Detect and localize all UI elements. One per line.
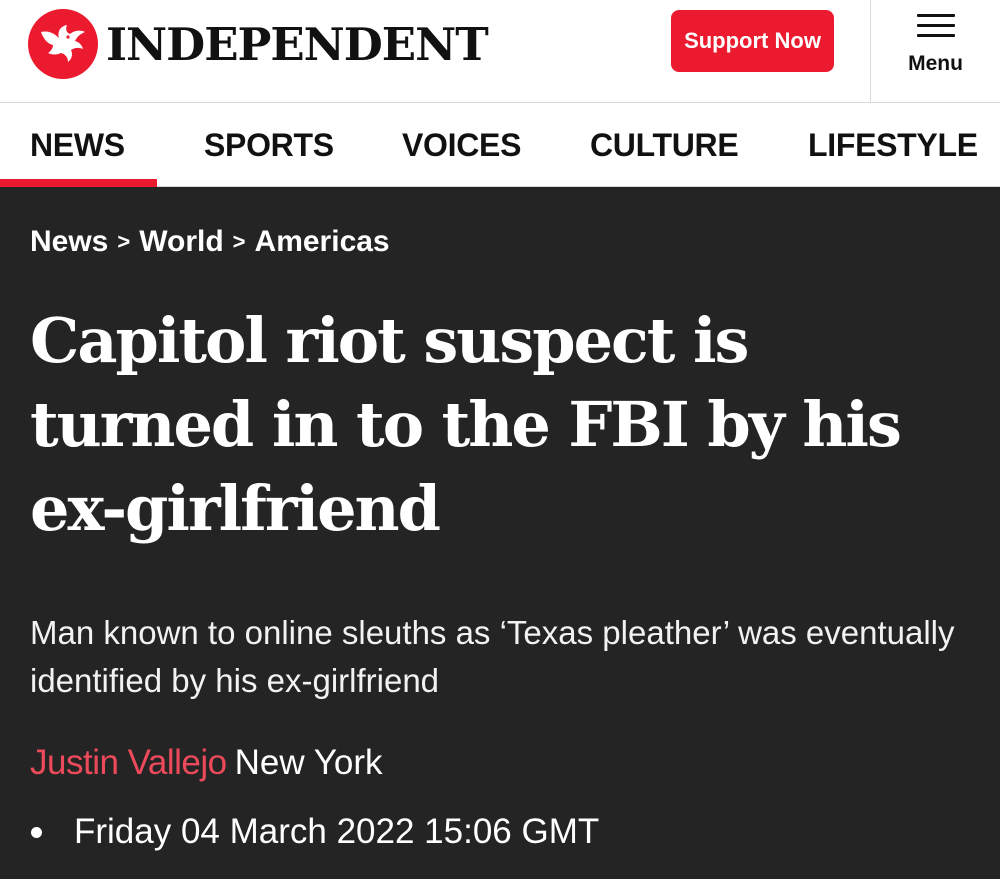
article-header: News > World > Americas Capitol riot sus… bbox=[0, 187, 1000, 879]
nav-item-sports[interactable]: SPORTS bbox=[204, 103, 334, 187]
site-logo[interactable]: INDEPENDENT bbox=[28, 9, 489, 79]
publish-date: Friday 04 March 2022 15:06 GMT bbox=[30, 812, 599, 852]
author-location: New York bbox=[234, 743, 383, 782]
publish-date-text: Friday 04 March 2022 15:06 GMT bbox=[74, 812, 600, 851]
nav-item-lifestyle[interactable]: LIFESTYLE bbox=[808, 103, 978, 187]
breadcrumb-americas[interactable]: Americas bbox=[255, 225, 390, 259]
breadcrumb-news[interactable]: News bbox=[30, 225, 108, 259]
hamburger-icon bbox=[916, 12, 955, 40]
bullet-icon bbox=[31, 826, 42, 838]
breadcrumb-separator: > bbox=[232, 229, 246, 254]
active-nav-indicator bbox=[0, 179, 157, 187]
menu-button[interactable]: Menu bbox=[870, 0, 1000, 103]
section-nav: NEWS SPORTS VOICES CULTURE LIFESTYLE bbox=[0, 103, 1000, 187]
menu-label: Menu bbox=[908, 52, 963, 75]
article-standfirst: Man known to online sleuths as ‘Texas pl… bbox=[30, 614, 955, 699]
eagle-icon bbox=[28, 9, 98, 79]
byline: Justin Vallejo New York bbox=[30, 743, 383, 783]
nav-item-culture[interactable]: CULTURE bbox=[590, 103, 739, 187]
breadcrumb: News > World > Americas bbox=[30, 225, 390, 259]
logo-wordmark: INDEPENDENT bbox=[106, 17, 489, 71]
article-headline: Capitol riot suspect is turned in to the… bbox=[30, 304, 902, 545]
nav-item-voices[interactable]: VOICES bbox=[402, 103, 521, 187]
breadcrumb-separator: > bbox=[117, 229, 131, 254]
author-link[interactable]: Justin Vallejo bbox=[30, 743, 227, 782]
site-header: INDEPENDENT Support Now Menu bbox=[0, 0, 1000, 103]
nav-item-news[interactable]: NEWS bbox=[30, 103, 125, 187]
breadcrumb-world[interactable]: World bbox=[139, 225, 223, 259]
support-now-button[interactable]: Support Now bbox=[671, 10, 834, 72]
